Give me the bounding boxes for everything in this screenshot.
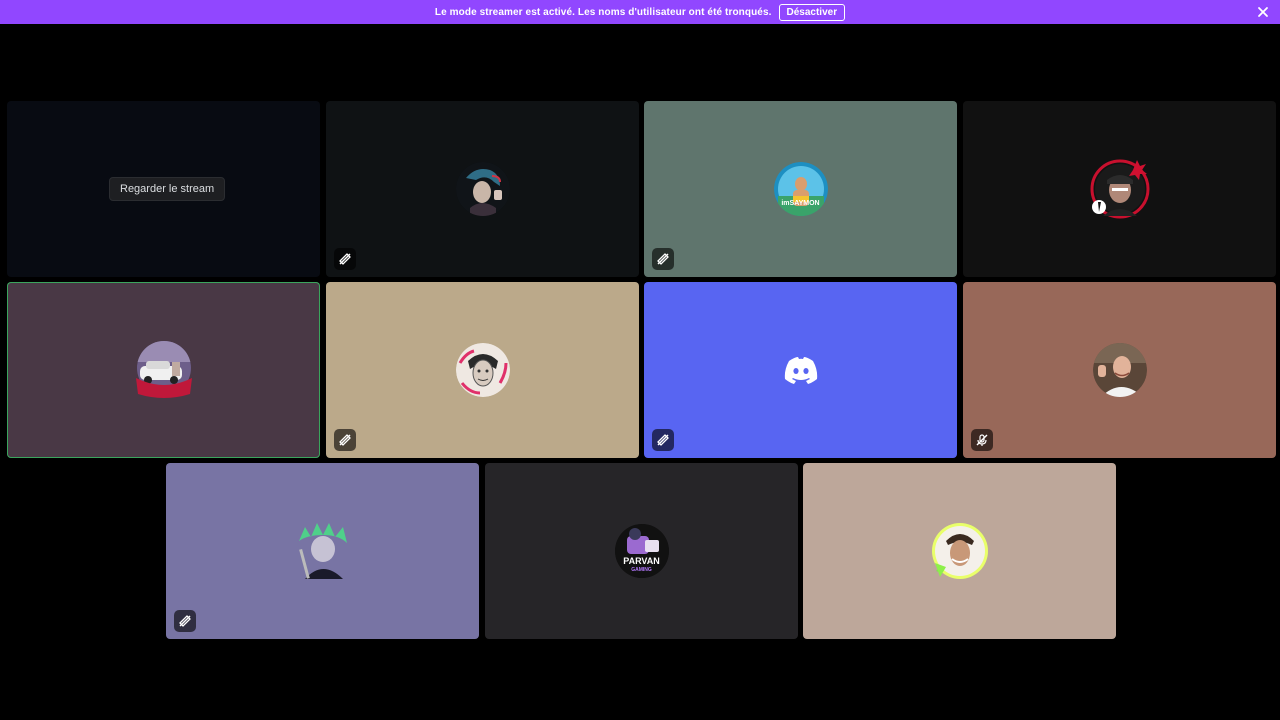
muted-icon [334,248,356,270]
disable-streamer-mode-button[interactable]: Désactiver [778,3,846,21]
avatar: PARVAN GAMING [614,524,669,578]
discord-logo-icon [774,343,828,397]
participant-tile[interactable]: PARVAN GAMING [485,463,798,639]
avatar [455,162,510,216]
participant-tile[interactable] [644,282,957,458]
watch-stream-button[interactable]: Regarder le stream [109,177,226,201]
avatar [931,523,988,579]
participant-tile-speaking[interactable] [7,282,320,458]
avatar-label: imSAYMON [781,200,820,207]
participant-tile[interactable] [963,282,1276,458]
participant-tile[interactable] [963,101,1276,277]
muted-icon [652,429,674,451]
avatar [455,343,510,397]
close-icon[interactable] [1256,5,1270,19]
muted-mic-icon [971,429,993,451]
muted-icon [652,248,674,270]
avatar [1092,343,1147,397]
avatar [296,523,350,579]
avatar-label: PARVAN [623,556,660,566]
participant-tile[interactable]: imSAYMON [644,101,957,277]
avatar [1090,159,1149,219]
avatar-sublabel: GAMING [631,567,652,573]
participant-tile[interactable] [166,463,479,639]
participant-tile[interactable] [803,463,1116,639]
muted-icon [174,610,196,632]
participant-tile[interactable] [326,101,639,277]
streamer-mode-banner: Le mode streamer est activé. Les noms d'… [0,0,1280,24]
avatar [135,341,192,398]
stream-tile[interactable]: Regarder le stream [7,101,320,277]
muted-icon [334,429,356,451]
avatar: imSAYMON [773,162,828,216]
participant-tile[interactable] [326,282,639,458]
banner-message: Le mode streamer est activé. Les noms d'… [434,6,772,18]
